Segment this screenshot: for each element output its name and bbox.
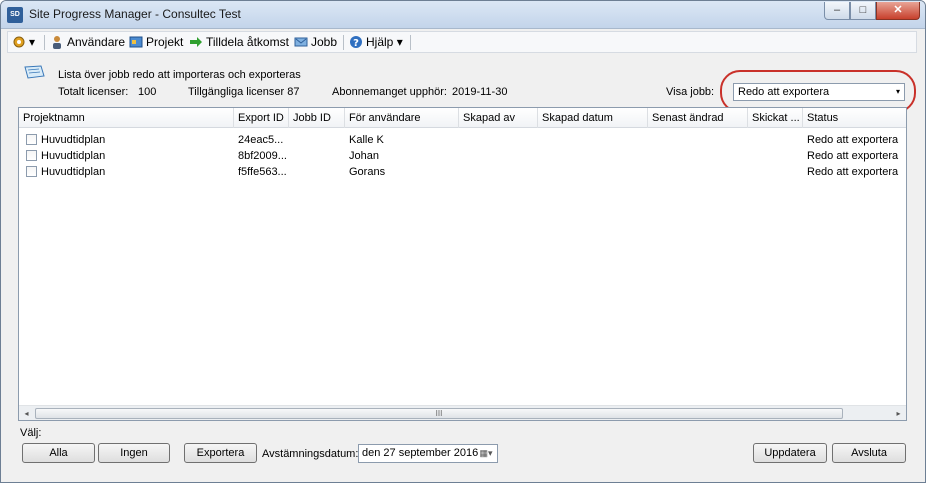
select-all-button[interactable]: Alla <box>22 443 95 463</box>
cell-sent <box>748 132 803 148</box>
scrollbar-thumb[interactable]: III <box>35 408 843 419</box>
cell-last-modified <box>648 164 748 180</box>
cell-created-date <box>538 132 648 148</box>
jobs-label: Jobb <box>311 35 338 49</box>
scroll-left-button[interactable]: ◂ <box>19 406 34 421</box>
assign-access-button[interactable]: Tilldela åtkomst <box>189 34 289 51</box>
help-menu-button[interactable]: ? Hjälp ▾ <box>349 34 403 51</box>
row-checkbox[interactable] <box>26 134 37 145</box>
cell-created-by <box>459 148 538 164</box>
total-licenses-label: Totalt licenser: <box>58 86 129 98</box>
arrow-right-icon <box>190 37 202 47</box>
scroll-right-button[interactable]: ▸ <box>891 406 906 421</box>
cell-last-modified <box>648 148 748 164</box>
cell-created-date <box>538 164 648 180</box>
cell-export-id: 24eac5... <box>238 134 284 146</box>
horizontal-scrollbar[interactable]: ◂ III ▸ <box>19 405 906 420</box>
column-header-created-date[interactable]: Skapad datum <box>538 108 648 128</box>
column-header-status[interactable]: Status <box>803 108 906 128</box>
reconciliation-date-label: Avstämningsdatum: <box>262 448 359 460</box>
cell-sent <box>748 164 803 180</box>
cell-project-name: Huvudtidplan <box>41 166 106 178</box>
list-description: Lista över jobb redo att importeras och … <box>58 69 301 81</box>
toolbar-separator <box>410 35 411 50</box>
cell-job-id <box>289 148 345 164</box>
row-checkbox[interactable] <box>26 166 37 177</box>
cell-created-by <box>459 164 538 180</box>
users-label: Användare <box>67 35 126 49</box>
export-button[interactable]: Exportera <box>184 443 257 463</box>
cell-created-by <box>459 132 538 148</box>
job-icon <box>294 37 308 47</box>
column-header-created-by[interactable]: Skapad av <box>459 108 538 128</box>
reconciliation-date-picker[interactable]: den 27 september 2016 ▦▾ <box>358 444 498 463</box>
update-button[interactable]: Uppdatera <box>753 443 827 463</box>
cell-created-date <box>538 148 648 164</box>
settings-caret: ▾ <box>29 35 36 49</box>
cell-for-user: Kalle K <box>349 134 384 146</box>
total-licenses-value: 100 <box>138 86 157 98</box>
select-label: Välj: <box>20 427 42 439</box>
cell-export-id: f5ffe563... <box>238 166 287 178</box>
user-icon <box>53 36 61 49</box>
table-row[interactable]: Huvudtidplan 24eac5... Kalle K Redo att … <box>19 132 906 148</box>
title-bar[interactable]: SD Site Progress Manager - Consultec Tes… <box>1 1 925 29</box>
assign-access-label: Tilldela åtkomst <box>206 35 289 49</box>
jobs-button[interactable]: Jobb <box>294 34 337 51</box>
cell-status: Redo att exportera <box>807 134 899 146</box>
help-icon: ? <box>350 36 362 49</box>
cell-project-name: Huvudtidplan <box>41 150 106 162</box>
cell-last-modified <box>648 132 748 148</box>
column-header-job-id[interactable]: Jobb ID <box>289 108 345 128</box>
table-row[interactable]: Huvudtidplan 8bf2009... Johan Redo att e… <box>19 148 906 164</box>
reconciliation-date-value: den 27 september 2016 <box>362 447 479 459</box>
projects-label: Projekt <box>146 35 184 49</box>
row-checkbox[interactable] <box>26 150 37 161</box>
cell-for-user: Gorans <box>349 166 386 178</box>
app-icon: SD <box>7 7 23 23</box>
column-header-project-name[interactable]: Projektnamn <box>19 108 234 128</box>
cell-status: Redo att exportera <box>807 150 899 162</box>
show-jobs-label: Visa jobb: <box>666 86 715 98</box>
projects-button[interactable]: Projekt <box>129 34 183 51</box>
cell-job-id <box>289 132 345 148</box>
help-caret: ▾ <box>396 35 403 49</box>
project-icon <box>129 36 143 48</box>
cell-status: Redo att exportera <box>807 166 899 178</box>
help-label: Hjälp <box>366 35 394 49</box>
column-header-sent[interactable]: Skickat ... <box>748 108 803 128</box>
minimize-button[interactable]: – <box>824 2 850 20</box>
maximize-button[interactable]: □ <box>850 2 876 20</box>
select-none-button[interactable]: Ingen <box>98 443 170 463</box>
subscription-expires-label: Abonnemanget upphör: <box>332 86 447 98</box>
subscription-expires-value: 2019-11-30 <box>452 86 508 98</box>
toolbar: ▾ Användare Projekt Tilldela åtkomst Job… <box>7 31 917 53</box>
column-header-for-user[interactable]: För användare <box>345 108 459 128</box>
calendar-icon[interactable]: ▦▾ <box>477 447 495 460</box>
window-title: Site Progress Manager - Consultec Test <box>29 7 241 21</box>
close-window-button[interactable]: ✕ <box>876 2 920 20</box>
users-button[interactable]: Användare <box>50 34 125 51</box>
gear-icon <box>13 36 25 48</box>
grid-header: Projektnamn Export ID Jobb ID För använd… <box>19 108 906 128</box>
settings-menu-button[interactable]: ▾ <box>12 34 35 51</box>
available-licenses: Tillgängliga licenser 87 <box>188 86 300 98</box>
cell-export-id: 8bf2009... <box>238 150 287 162</box>
cell-for-user: Johan <box>349 150 379 162</box>
toolbar-separator <box>44 35 45 50</box>
cell-job-id <box>289 164 345 180</box>
table-row[interactable]: Huvudtidplan f5ffe563... Gorans Redo att… <box>19 164 906 180</box>
column-header-last-modified[interactable]: Senast ändrad <box>648 108 748 128</box>
column-header-export-id[interactable]: Export ID <box>234 108 289 128</box>
jobs-grid[interactable]: Projektnamn Export ID Jobb ID För använd… <box>18 107 907 421</box>
job-list-icon <box>24 65 45 79</box>
toolbar-separator <box>343 35 344 50</box>
svg-text:?: ? <box>353 38 359 49</box>
app-window: SD Site Progress Manager - Consultec Tes… <box>0 0 926 483</box>
close-button[interactable]: Avsluta <box>832 443 906 463</box>
cell-sent <box>748 148 803 164</box>
cell-project-name: Huvudtidplan <box>41 134 106 146</box>
